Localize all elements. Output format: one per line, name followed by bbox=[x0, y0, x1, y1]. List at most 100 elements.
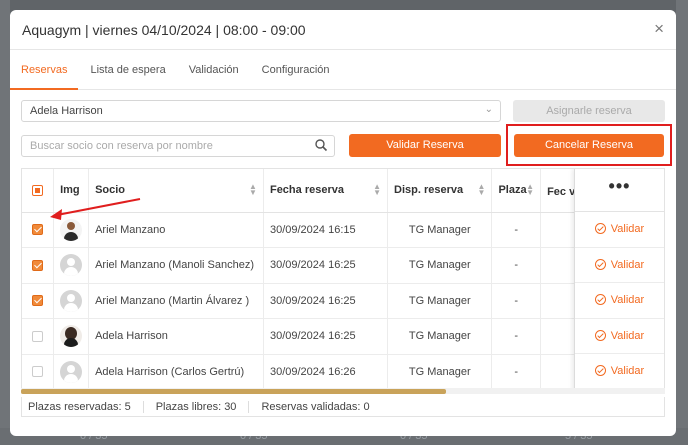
validate-reservation-button[interactable]: Validar Reserva bbox=[349, 134, 501, 157]
search-icon[interactable] bbox=[314, 138, 328, 152]
row-checkbox[interactable] bbox=[32, 259, 44, 271]
table-row[interactable]: Ariel Manzano 30/09/2024 16:15 TG Manager - bbox=[22, 212, 664, 248]
select-all-cell bbox=[22, 169, 55, 213]
column-header-socio[interactable]: Socio ▲ ▼ bbox=[88, 169, 264, 213]
disp-cell: TG Manager bbox=[387, 318, 493, 355]
socio-cell: Ariel Manzano bbox=[88, 212, 264, 248]
row-checkbox-cell bbox=[22, 212, 55, 248]
tab-lista-de-espera[interactable]: Lista de espera bbox=[90, 58, 165, 89]
background-left-edge bbox=[0, 0, 10, 445]
plaza-cell: - bbox=[491, 212, 542, 248]
row-checkbox[interactable] bbox=[32, 366, 44, 378]
check-circle-icon bbox=[594, 365, 606, 376]
sort-icon[interactable]: ▲ ▼ bbox=[478, 183, 486, 197]
fecha-cell: 30/09/2024 16:25 bbox=[263, 283, 389, 319]
row-checkbox-cell bbox=[22, 283, 55, 319]
avatar bbox=[60, 218, 83, 241]
validate-row-button[interactable]: Validar bbox=[575, 283, 664, 319]
avatar-cell bbox=[53, 212, 90, 248]
table-row[interactable]: Adela Harrison (Carlos Gertrú) 30/09/2024… bbox=[22, 354, 664, 390]
cancel-reservation-button[interactable]: Cancelar Reserva bbox=[514, 134, 664, 157]
fecha-cell: 30/09/2024 16:25 bbox=[263, 247, 389, 284]
validated-count: Reservas validadas: 0 bbox=[261, 400, 370, 413]
chevron-down-icon: ⌄ bbox=[484, 104, 493, 115]
cancel-highlight-box: Cancelar Reserva bbox=[506, 124, 672, 166]
background-right-edge bbox=[676, 0, 688, 445]
search-input[interactable]: Buscar socio con reserva por nombre bbox=[21, 135, 335, 157]
tab-configuracion[interactable]: Configuración bbox=[262, 58, 330, 89]
avatar-cell bbox=[53, 247, 90, 284]
fecha-cell: 30/09/2024 16:26 bbox=[263, 354, 389, 390]
validate-row-label: Validar bbox=[610, 365, 645, 377]
column-header-fecha[interactable]: Fecha reserva ▲ ▼ bbox=[263, 169, 389, 213]
tab-bar: Reservas Lista de espera Validación Conf… bbox=[10, 58, 676, 90]
socio-cell: Ariel Manzano (Martin Álvarez ) bbox=[88, 283, 264, 319]
row-checkbox[interactable] bbox=[32, 224, 44, 236]
validate-row-button[interactable]: Validar bbox=[575, 354, 664, 390]
row-checkbox-cell bbox=[22, 318, 55, 355]
validate-row-button[interactable]: Validar bbox=[575, 248, 664, 283]
socio-cell: Adela Harrison (Carlos Gertrú) bbox=[88, 354, 264, 390]
search-placeholder: Buscar socio con reserva por nombre bbox=[30, 140, 213, 152]
row-checkbox[interactable] bbox=[32, 295, 44, 307]
validate-row-label: Validar bbox=[610, 294, 645, 306]
modal-title: Aquagym | viernes 04/10/2024 | 08:00 - 0… bbox=[22, 21, 306, 38]
tab-reservas[interactable]: Reservas bbox=[10, 58, 80, 90]
modal-header: Aquagym | viernes 04/10/2024 | 08:00 - 0… bbox=[10, 10, 676, 50]
disp-cell: TG Manager bbox=[387, 247, 493, 284]
disp-cell: TG Manager bbox=[387, 212, 493, 248]
tab-validacion[interactable]: Validación bbox=[189, 58, 239, 89]
avatar-cell bbox=[53, 318, 90, 355]
plaza-cell: - bbox=[491, 354, 542, 390]
column-header-plaza[interactable]: Plaza ▲ ▼ bbox=[491, 169, 542, 213]
validate-row-label: Validar bbox=[610, 223, 645, 235]
row-checkbox[interactable] bbox=[32, 330, 44, 342]
table-row[interactable]: Adela Harrison 30/09/2024 16:25 TG Manager… bbox=[22, 318, 664, 355]
actions-column: ••• Validar Validar Validar Validar Validar bbox=[574, 169, 664, 393]
table-footer: Plazas reservadas: 5 Plazas libres: 30 R… bbox=[21, 397, 665, 417]
member-select[interactable]: Adela Harrison ⌄ bbox=[21, 100, 501, 122]
avatar bbox=[60, 254, 83, 277]
close-icon[interactable]: × bbox=[654, 20, 664, 37]
free-count: Plazas libres: 30 bbox=[156, 400, 250, 413]
select-all-checkbox[interactable] bbox=[32, 184, 44, 196]
validate-row-label: Validar bbox=[610, 258, 645, 271]
assign-reservation-button[interactable]: Asignarle reserva bbox=[513, 100, 665, 122]
check-circle-icon bbox=[594, 258, 606, 270]
avatar bbox=[60, 360, 83, 383]
reservations-table: Img Socio ▲ ▼ Fecha reserva ▲ ▼ Disp. reserv… bbox=[21, 168, 665, 394]
row-checkbox-cell bbox=[22, 247, 55, 284]
plaza-cell: - bbox=[491, 283, 542, 319]
more-options-icon[interactable]: ••• bbox=[575, 169, 664, 212]
reservations-modal: Aquagym | viernes 04/10/2024 | 08:00 - 0… bbox=[10, 10, 676, 436]
fecha-cell: 30/09/2024 16:25 bbox=[263, 318, 389, 355]
sort-icon[interactable]: ▲ ▼ bbox=[526, 183, 534, 197]
table-header-row: Img Socio ▲ ▼ Fecha reserva ▲ ▼ Disp. reserv… bbox=[22, 169, 664, 213]
socio-cell: Adela Harrison bbox=[88, 318, 264, 355]
validate-row-label: Validar bbox=[610, 329, 645, 342]
avatar-cell bbox=[53, 354, 90, 390]
horizontal-scrollbar[interactable] bbox=[21, 388, 665, 394]
disp-cell: TG Manager bbox=[387, 283, 493, 319]
avatar-cell bbox=[53, 283, 90, 319]
check-circle-icon bbox=[594, 294, 606, 305]
table-row[interactable]: Ariel Manzano (Martin Álvarez ) 30/09/202… bbox=[22, 283, 664, 319]
scrollbar-thumb[interactable] bbox=[21, 389, 447, 394]
avatar bbox=[60, 289, 83, 312]
fecha-cell: 30/09/2024 16:15 bbox=[263, 212, 389, 248]
avatar bbox=[60, 325, 83, 348]
sort-icon[interactable]: ▲ ▼ bbox=[249, 183, 257, 197]
member-select-value: Adela Harrison bbox=[30, 105, 103, 117]
column-header-img: Img bbox=[53, 169, 90, 213]
check-circle-icon bbox=[594, 223, 606, 234]
column-header-disp[interactable]: Disp. reserva ▲ ▼ bbox=[387, 169, 493, 213]
plaza-cell: - bbox=[491, 247, 542, 284]
reserved-count: Plazas reservadas: 5 bbox=[28, 400, 144, 413]
row-checkbox-cell bbox=[22, 354, 55, 390]
table-row[interactable]: Ariel Manzano (Manoli Sanchez) 30/09/2024… bbox=[22, 247, 664, 284]
validate-row-button[interactable]: Validar bbox=[575, 319, 664, 354]
disp-cell: TG Manager bbox=[387, 354, 493, 390]
sort-icon[interactable]: ▲ ▼ bbox=[373, 183, 381, 197]
socio-cell: Ariel Manzano (Manoli Sanchez) bbox=[88, 247, 264, 284]
validate-row-button[interactable]: Validar bbox=[575, 212, 664, 248]
